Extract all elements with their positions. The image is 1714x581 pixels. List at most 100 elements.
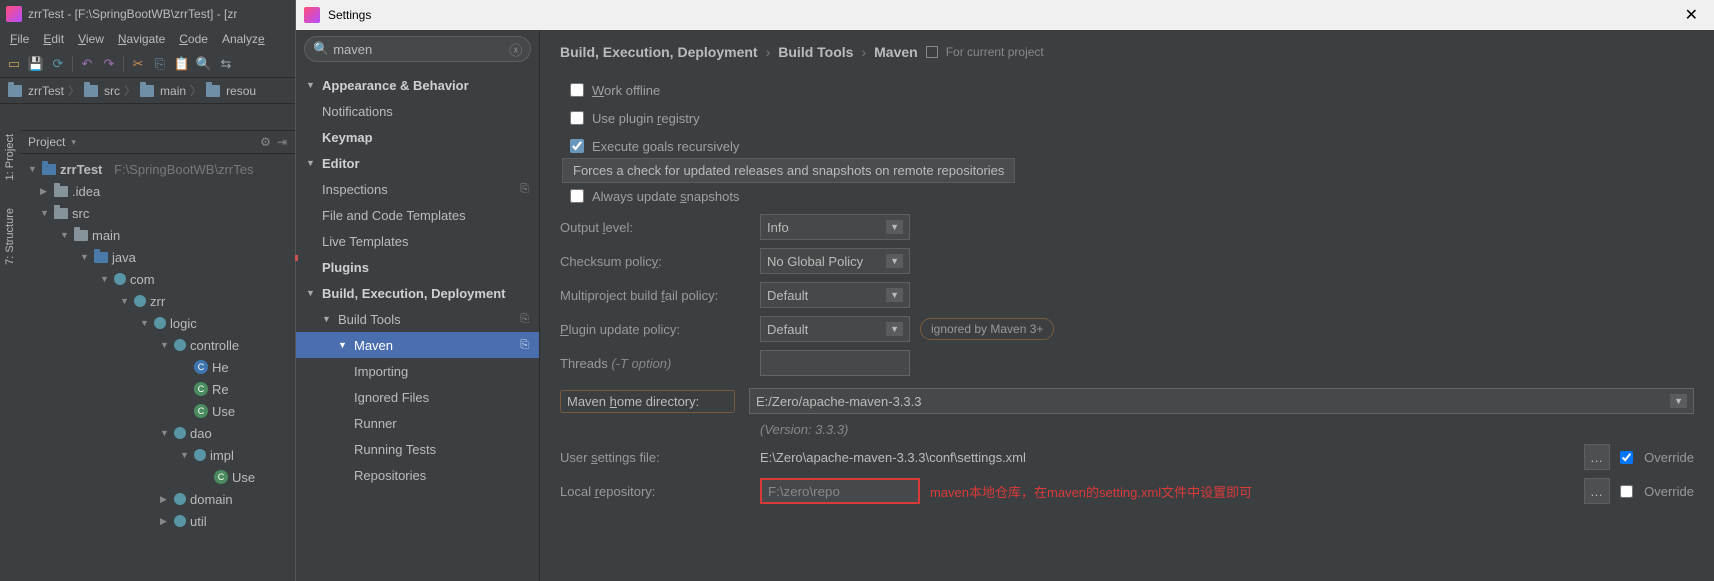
dropdown-icon[interactable]: ▾ xyxy=(71,137,76,148)
redo-icon[interactable]: ↷ xyxy=(101,56,117,72)
nav-item[interactable]: resou xyxy=(226,84,256,98)
check-work-offline[interactable]: Work offline xyxy=(560,76,1694,104)
tree-item[interactable]: ▼main xyxy=(20,224,295,246)
maven-version: (Version: 3.3.3) xyxy=(760,422,848,437)
cat-runner[interactable]: Runner xyxy=(296,410,539,436)
cat-live-templates[interactable]: Live Templates xyxy=(296,228,539,254)
clear-icon[interactable]: ⓧ xyxy=(509,40,522,59)
tree-item[interactable]: ▶util xyxy=(20,510,295,532)
folder-icon xyxy=(74,230,88,241)
settings-content: Build, Execution, Deployment › Build Too… xyxy=(540,30,1714,581)
tab-structure[interactable]: 7: Structure xyxy=(2,204,18,269)
cat-keymap[interactable]: Keymap xyxy=(296,124,539,150)
search-icon[interactable]: 🔍 xyxy=(196,56,212,72)
browse-button[interactable]: … xyxy=(1584,478,1610,504)
label-checksum: Checksum policy: xyxy=(560,254,750,269)
cat-running-tests[interactable]: Running Tests xyxy=(296,436,539,462)
collapse-icon[interactable]: ⇥ xyxy=(277,135,287,149)
dd-output-level[interactable]: Info▼ xyxy=(760,214,910,240)
browse-button[interactable]: … xyxy=(1584,444,1610,470)
dd-multiproject[interactable]: Default▼ xyxy=(760,282,910,308)
tab-project[interactable]: 1: Project xyxy=(2,130,18,184)
source-folder-icon xyxy=(94,252,108,263)
replace-icon[interactable]: ⇆ xyxy=(218,56,234,72)
cat-maven[interactable]: ▼Maven⎘ xyxy=(296,332,539,358)
main-menubar: File Edit View Navigate Code Analyze xyxy=(0,28,295,50)
nav-breadcrumb: zrrTest 〉 src 〉 main 〉 resou xyxy=(0,78,295,104)
dd-plugin-update[interactable]: Default▼ xyxy=(760,316,910,342)
tree-item[interactable]: ▼zrr xyxy=(20,290,295,312)
nav-item[interactable]: src xyxy=(104,84,120,98)
cat-inspections[interactable]: Inspections⎘ xyxy=(296,176,539,202)
open-icon[interactable]: ▭ xyxy=(6,56,22,72)
bc-scope: For current project xyxy=(946,45,1044,59)
cat-importing[interactable]: Importing xyxy=(296,358,539,384)
window-title: zrrTest - [F:\SpringBootWB\zrrTest] - [z… xyxy=(28,7,237,21)
cat-editor[interactable]: ▼Editor xyxy=(296,150,539,176)
check-execute-goals[interactable]: Execute goals recursively xyxy=(560,132,1694,160)
settings-titlebar: Settings ✕ xyxy=(296,0,1714,30)
cat-repositories[interactable]: Repositories xyxy=(296,462,539,488)
tree-item[interactable]: ▼logic xyxy=(20,312,295,334)
project-label: Project xyxy=(28,135,65,149)
tree-item[interactable]: ▶.idea xyxy=(20,180,295,202)
input-threads[interactable] xyxy=(760,350,910,376)
tree-item[interactable]: ▼dao xyxy=(20,422,295,444)
nav-item[interactable]: zrrTest xyxy=(28,84,64,98)
check-always-update[interactable]: Always update snapshots xyxy=(560,182,1694,210)
ide-main-window: zrrTest - [F:\SpringBootWB\zrrTest] - [z… xyxy=(0,0,295,581)
cat-plugins[interactable]: Plugins xyxy=(296,254,539,280)
menu-code[interactable]: Code xyxy=(173,30,214,48)
input-local-repo[interactable] xyxy=(760,478,920,504)
tree-item[interactable]: ▼java xyxy=(20,246,295,268)
marker-bar xyxy=(295,255,298,261)
check-plugin-registry[interactable]: Use plugin registry xyxy=(560,104,1694,132)
undo-icon[interactable]: ↶ xyxy=(79,56,95,72)
gear-icon[interactable]: ⚙ xyxy=(260,135,271,149)
cat-appearance[interactable]: ▼Appearance & Behavior xyxy=(296,72,539,98)
cat-notifications[interactable]: Notifications xyxy=(296,98,539,124)
tree-item[interactable]: CHe xyxy=(20,356,295,378)
main-toolbar: ▭ 💾 ⟳ ↶ ↷ ✂ ⎘ 📋 🔍 ⇆ xyxy=(0,50,295,78)
tree-item[interactable]: ▼com xyxy=(20,268,295,290)
menu-view[interactable]: View xyxy=(72,30,110,48)
folder-icon xyxy=(84,85,98,97)
tree-item[interactable]: ▶domain xyxy=(20,488,295,510)
tree-item[interactable]: CUse xyxy=(20,466,295,488)
override-user-settings[interactable]: Override xyxy=(1620,450,1694,465)
search-icon: 🔍 xyxy=(313,41,329,57)
tree-item[interactable]: CUse xyxy=(20,400,295,422)
close-icon[interactable]: ✕ xyxy=(1677,5,1706,25)
menu-analyze[interactable]: Analyze xyxy=(216,30,271,48)
label-multiproject: Multiproject build fail policy: xyxy=(560,288,750,303)
dd-checksum[interactable]: No Global Policy▼ xyxy=(760,248,910,274)
separator xyxy=(72,56,73,72)
paste-icon[interactable]: 📋 xyxy=(174,56,190,72)
class-icon: C xyxy=(194,404,208,418)
nav-item[interactable]: main xyxy=(160,84,186,98)
tree-item[interactable]: CRe xyxy=(20,378,295,400)
dd-maven-home[interactable]: E:/Zero/apache-maven-3.3.3▼ xyxy=(749,388,1694,414)
save-icon[interactable]: 💾 xyxy=(28,56,44,72)
override-local-repo[interactable]: Override xyxy=(1620,484,1694,499)
cat-build-tools[interactable]: ▼Build Tools⎘ xyxy=(296,306,539,332)
tree-item[interactable]: ▼src xyxy=(20,202,295,224)
sync-icon[interactable]: ⟳ xyxy=(50,56,66,72)
menu-edit[interactable]: Edit xyxy=(37,30,70,48)
menu-file[interactable]: File xyxy=(4,30,35,48)
settings-search[interactable]: 🔍 ⓧ xyxy=(304,36,531,62)
cat-ignored-files[interactable]: Ignored Files xyxy=(296,384,539,410)
tree-item[interactable]: ▼controlle xyxy=(20,334,295,356)
package-icon xyxy=(174,493,186,505)
copy-icon[interactable]: ⎘ xyxy=(152,56,168,72)
scope-icon: ⎘ xyxy=(520,339,529,352)
tree-item[interactable]: ▼impl xyxy=(20,444,295,466)
search-input[interactable] xyxy=(333,42,509,57)
package-icon xyxy=(114,273,126,285)
cut-icon[interactable]: ✂ xyxy=(130,56,146,72)
tree-root[interactable]: ▼zrrTest F:\SpringBootWB\zrrTes xyxy=(20,158,295,180)
bc-section: Maven xyxy=(874,44,918,60)
cat-file-templates[interactable]: File and Code Templates xyxy=(296,202,539,228)
cat-build[interactable]: ▼Build, Execution, Deployment xyxy=(296,280,539,306)
menu-navigate[interactable]: Navigate xyxy=(112,30,171,48)
